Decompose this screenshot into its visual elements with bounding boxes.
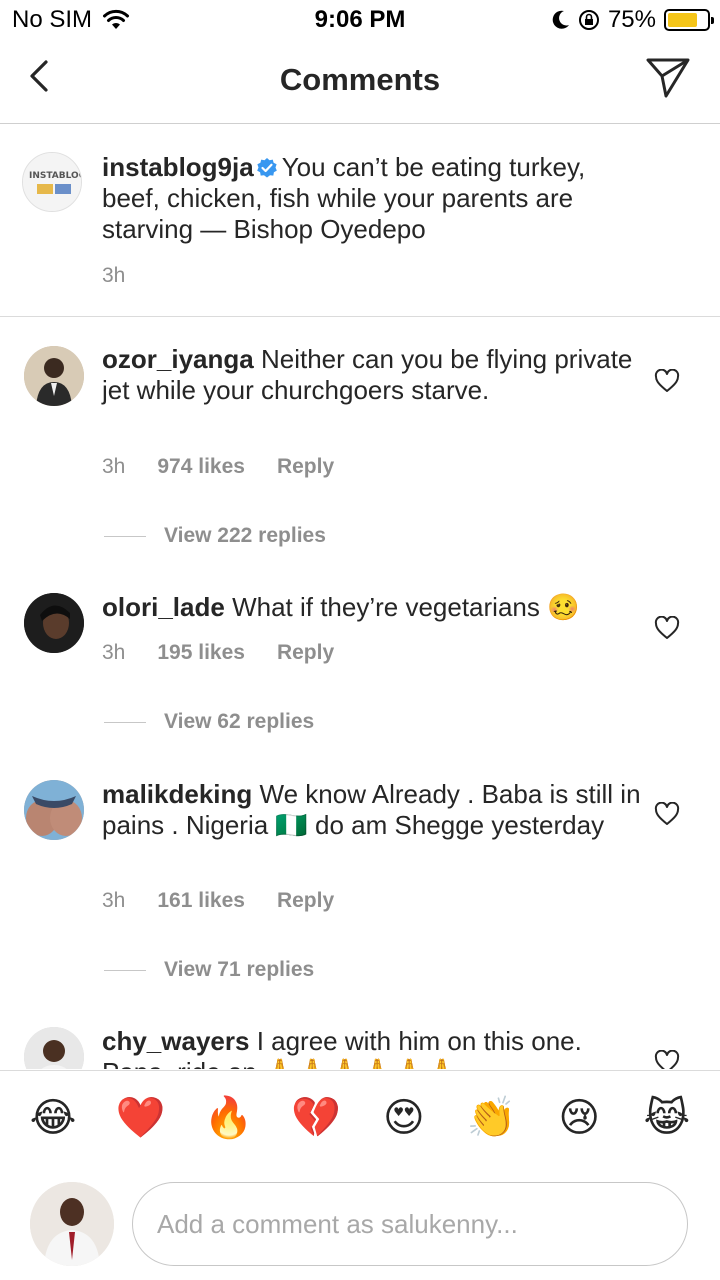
page-title: Comments <box>279 62 441 97</box>
status-bar-right: 75% <box>552 6 714 34</box>
paper-plane-icon[interactable] <box>644 56 692 100</box>
like-count[interactable]: 974 likes <box>157 455 245 479</box>
avatar[interactable] <box>24 346 84 406</box>
comment-username[interactable]: malikdeking <box>102 779 252 809</box>
comment-text: olori_lade What if they’re vegetarians 🥴 <box>102 592 642 623</box>
emoji-heart-eyes-button[interactable]: 😍 <box>379 1093 429 1170</box>
instablog-logo-icon: INSTABLOG 9ja <box>23 153 82 211</box>
rotation-lock-icon <box>578 10 599 30</box>
user-photo <box>24 346 84 406</box>
comment-composer <box>0 1170 720 1280</box>
avatar[interactable] <box>24 593 84 653</box>
view-replies-label: View 62 replies <box>164 710 315 733</box>
comment-text: ozor_iyanga Neither can you be flying pr… <box>102 344 642 406</box>
emoji-cat-joy-button[interactable]: 😹 <box>642 1093 692 1170</box>
heart-outline-icon[interactable] <box>654 1050 680 1069</box>
user-photo <box>24 1027 84 1069</box>
like-count[interactable]: 195 likes <box>157 641 245 665</box>
caption-meta: 3h <box>102 264 125 288</box>
comment-meta: 3h 161 likes Reply <box>102 889 334 913</box>
reply-button[interactable]: Reply <box>277 641 334 665</box>
verified-badge-icon <box>256 158 277 178</box>
view-replies-label: View 222 replies <box>164 524 326 547</box>
reply-button[interactable]: Reply <box>277 889 334 913</box>
comment-text: malikdeking We know Already . Baba is st… <box>102 779 642 841</box>
post-caption: INSTABLOG 9ja instablog9jaYou can’t be e… <box>0 124 720 317</box>
status-bar: No SIM 9:06 PM 75% <box>0 0 720 40</box>
avatar[interactable] <box>24 780 84 840</box>
avatar[interactable]: INSTABLOG 9ja <box>22 152 82 212</box>
avatar[interactable] <box>24 1027 84 1069</box>
avatar <box>30 1182 114 1266</box>
emoji-clap-button[interactable]: 👏 <box>467 1093 517 1170</box>
heart-outline-icon[interactable] <box>654 369 680 393</box>
nav-bar: Comments <box>0 40 720 124</box>
view-replies-button[interactable]: View 62 replies <box>104 710 314 734</box>
caption-username[interactable]: instablog9ja <box>102 152 254 182</box>
comment-meta: 3h 974 likes Reply <box>102 455 334 479</box>
quick-emoji-bar: 😂 ❤️ 🔥 💔 😍 👏 😢 😹 <box>0 1070 720 1170</box>
user-photo <box>24 780 84 840</box>
comment-time: 3h <box>102 641 126 664</box>
caption-text: instablog9ja You can’t be eating turkey, … <box>102 152 642 245</box>
like-count[interactable]: 161 likes <box>157 889 245 913</box>
comment-time: 3h <box>102 889 126 912</box>
emoji-cry-button[interactable]: 😢 <box>554 1093 604 1170</box>
battery-percent: 75% <box>607 6 656 33</box>
replies-divider <box>104 969 146 971</box>
battery-fill <box>668 13 697 27</box>
battery-icon <box>664 9 714 31</box>
comment-list[interactable]: ozor_iyanga Neither can you be flying pr… <box>0 317 720 1069</box>
view-replies-button[interactable]: View 71 replies <box>104 958 314 982</box>
caption-time: 3h <box>102 264 126 287</box>
comment-meta: 3h 195 likes Reply <box>102 641 334 665</box>
comment-username[interactable]: chy_wayers <box>102 1026 249 1056</box>
reply-button[interactable]: Reply <box>277 455 334 479</box>
svg-text:INSTABLOG 9ja: INSTABLOG 9ja <box>29 171 82 181</box>
replies-divider <box>104 535 146 537</box>
user-photo <box>30 1182 114 1266</box>
comment-username[interactable]: olori_lade <box>102 592 225 622</box>
replies-divider <box>104 721 146 723</box>
emoji-broken-heart-button[interactable]: 💔 <box>291 1093 341 1170</box>
heart-outline-icon[interactable] <box>654 616 680 640</box>
moon-icon <box>552 10 569 29</box>
view-replies-button[interactable]: View 222 replies <box>104 524 326 548</box>
comment-text: chy_wayers I agree with him on this one.… <box>102 1026 642 1069</box>
comment-input[interactable] <box>132 1182 688 1266</box>
heart-outline-icon[interactable] <box>654 802 680 826</box>
comment-time: 3h <box>102 455 126 478</box>
emoji-fire-button[interactable]: 🔥 <box>203 1093 254 1170</box>
emoji-heart-button[interactable]: ❤️ <box>116 1093 166 1170</box>
comment-body: What if they’re vegetarians 🥴 <box>232 592 580 622</box>
emoji-joy-button[interactable]: 😂 <box>28 1093 78 1170</box>
comment-username[interactable]: ozor_iyanga <box>102 344 254 374</box>
user-photo <box>24 593 84 653</box>
view-replies-label: View 71 replies <box>164 958 315 981</box>
